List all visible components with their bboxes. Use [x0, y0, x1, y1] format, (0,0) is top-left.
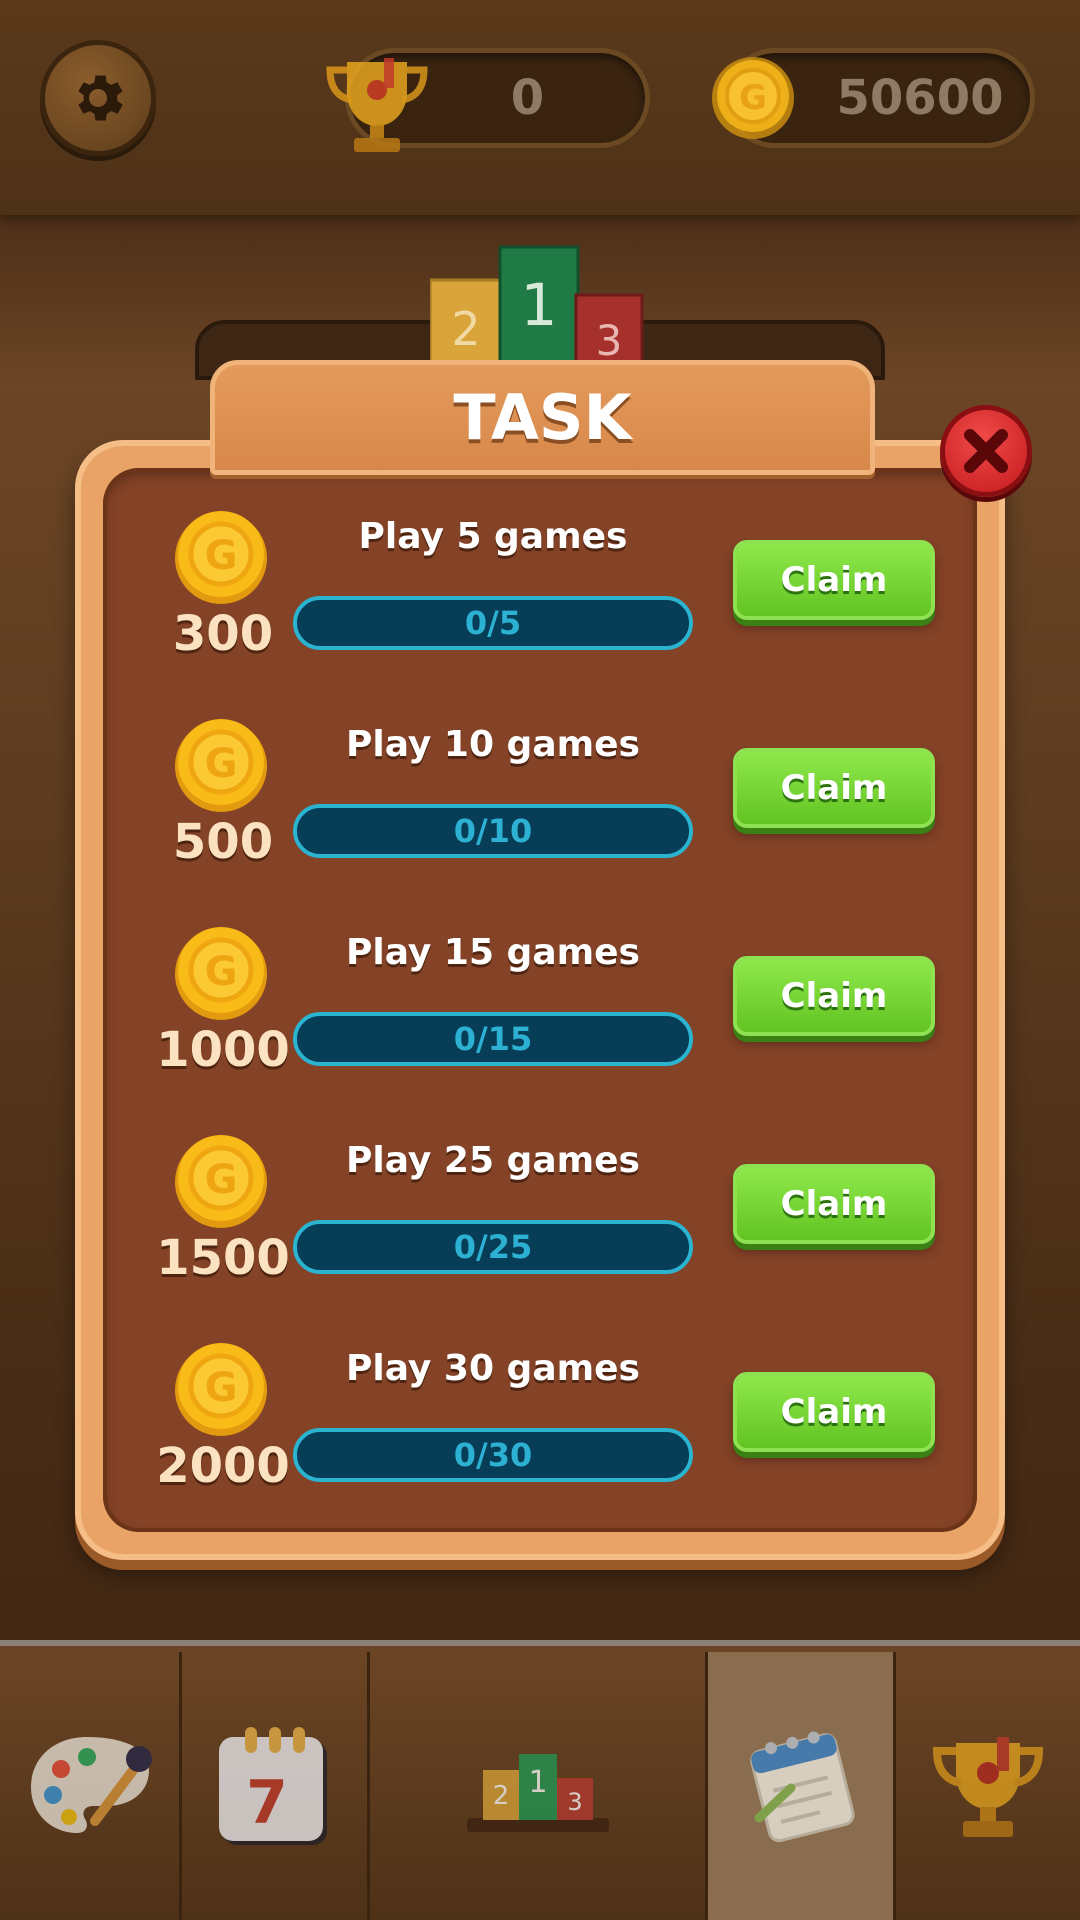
claim-label: Claim [780, 560, 888, 600]
task-progress-bar: 0/30 [293, 1428, 693, 1482]
task-reward: 500 [172, 814, 274, 870]
coin-icon: G [712, 57, 794, 139]
trophy-icon [932, 1737, 1044, 1837]
task-name: Play 25 games [346, 1140, 640, 1181]
task-progress-bar: 0/10 [293, 804, 693, 858]
task-progress-text: 0/5 [464, 604, 522, 642]
claim-label: Claim [780, 976, 888, 1016]
claim-label: Claim [780, 768, 888, 808]
nav-tasks[interactable] [708, 1652, 896, 1920]
calendar-day: 7 [246, 1768, 288, 1838]
task-reward: 2000 [156, 1438, 290, 1494]
nav-podium-3: 3 [567, 1788, 582, 1816]
task-progress-text: 0/30 [453, 1436, 533, 1474]
svg-text:G: G [205, 1157, 238, 1203]
task-name: Play 30 games [346, 1348, 640, 1389]
coin-icon: G [175, 1343, 267, 1436]
calendar-icon: 7 [218, 1727, 327, 1845]
claim-button[interactable]: Claim [733, 1372, 935, 1452]
claim-button[interactable]: Claim [733, 1164, 935, 1244]
task-progress-bar: 0/15 [293, 1012, 693, 1066]
task-progress-text: 0/10 [453, 812, 533, 850]
svg-text:G: G [205, 949, 238, 995]
close-icon [964, 429, 1008, 473]
task-list: G 300 Play 5 games 0/5 Claim G 500 Play … [103, 468, 977, 1532]
settings-button[interactable] [40, 40, 156, 156]
task-row: G 1500 Play 25 games 0/25 Claim [103, 1132, 977, 1322]
svg-text:G: G [205, 741, 238, 787]
task-progress-bar: 0/5 [293, 596, 693, 650]
task-progress-text: 0/25 [453, 1228, 533, 1266]
gear-icon [78, 75, 123, 121]
claim-button[interactable]: Claim [733, 956, 935, 1036]
task-dialog: G 300 Play 5 games 0/5 Claim G 500 Play … [75, 440, 1005, 1560]
coin-icon: G [175, 511, 267, 604]
palette-icon [30, 1737, 152, 1833]
coin-icon: G [175, 1135, 267, 1228]
nav-podium-2: 2 [492, 1781, 509, 1811]
claim-button[interactable]: Claim [733, 748, 935, 828]
task-reward: 1000 [156, 1022, 290, 1078]
nav-podium-1: 1 [528, 1765, 547, 1800]
task-reward: 1500 [156, 1230, 290, 1286]
task-reward: 300 [172, 606, 274, 662]
svg-text:G: G [205, 533, 238, 579]
claim-button[interactable]: Claim [733, 540, 935, 620]
task-notebook-icon [749, 1731, 855, 1843]
nav-daily[interactable]: 7 [182, 1652, 370, 1920]
podium-icon: 2 1 3 [466, 1754, 609, 1832]
podium-graphic: 2 1 3 [430, 245, 644, 365]
task-row: G 500 Play 10 games 0/10 Claim [103, 716, 977, 906]
podium-2: 2 [451, 302, 480, 356]
dialog-title: TASK [453, 381, 632, 454]
svg-text:G: G [205, 1365, 238, 1411]
task-name: Play 10 games [346, 724, 640, 765]
claim-label: Claim [780, 1392, 888, 1432]
dialog-title-tab: TASK [210, 360, 875, 475]
task-row: G 2000 Play 30 games 0/30 Claim [103, 1340, 977, 1530]
task-row: G 300 Play 5 games 0/5 Claim [103, 508, 977, 698]
coin-icon: G [175, 927, 267, 1020]
trophy-icon [326, 58, 428, 152]
task-name: Play 15 games [346, 932, 640, 973]
claim-label: Claim [780, 1184, 888, 1224]
podium-3: 3 [596, 316, 623, 365]
nav-trophy[interactable] [896, 1652, 1080, 1920]
task-progress-bar: 0/25 [293, 1220, 693, 1274]
coin-count: 50600 [836, 70, 1004, 126]
close-button[interactable] [940, 405, 1032, 497]
nav-palette[interactable] [0, 1652, 182, 1920]
task-progress-text: 0/15 [453, 1020, 533, 1058]
svg-text:G: G [739, 78, 767, 118]
podium-1: 1 [521, 271, 558, 339]
nav-podium[interactable]: 2 1 3 [370, 1652, 708, 1920]
task-row: G 1000 Play 15 games 0/15 Claim [103, 924, 977, 1114]
task-name: Play 5 games [358, 516, 628, 557]
coin-icon: G [175, 719, 267, 812]
